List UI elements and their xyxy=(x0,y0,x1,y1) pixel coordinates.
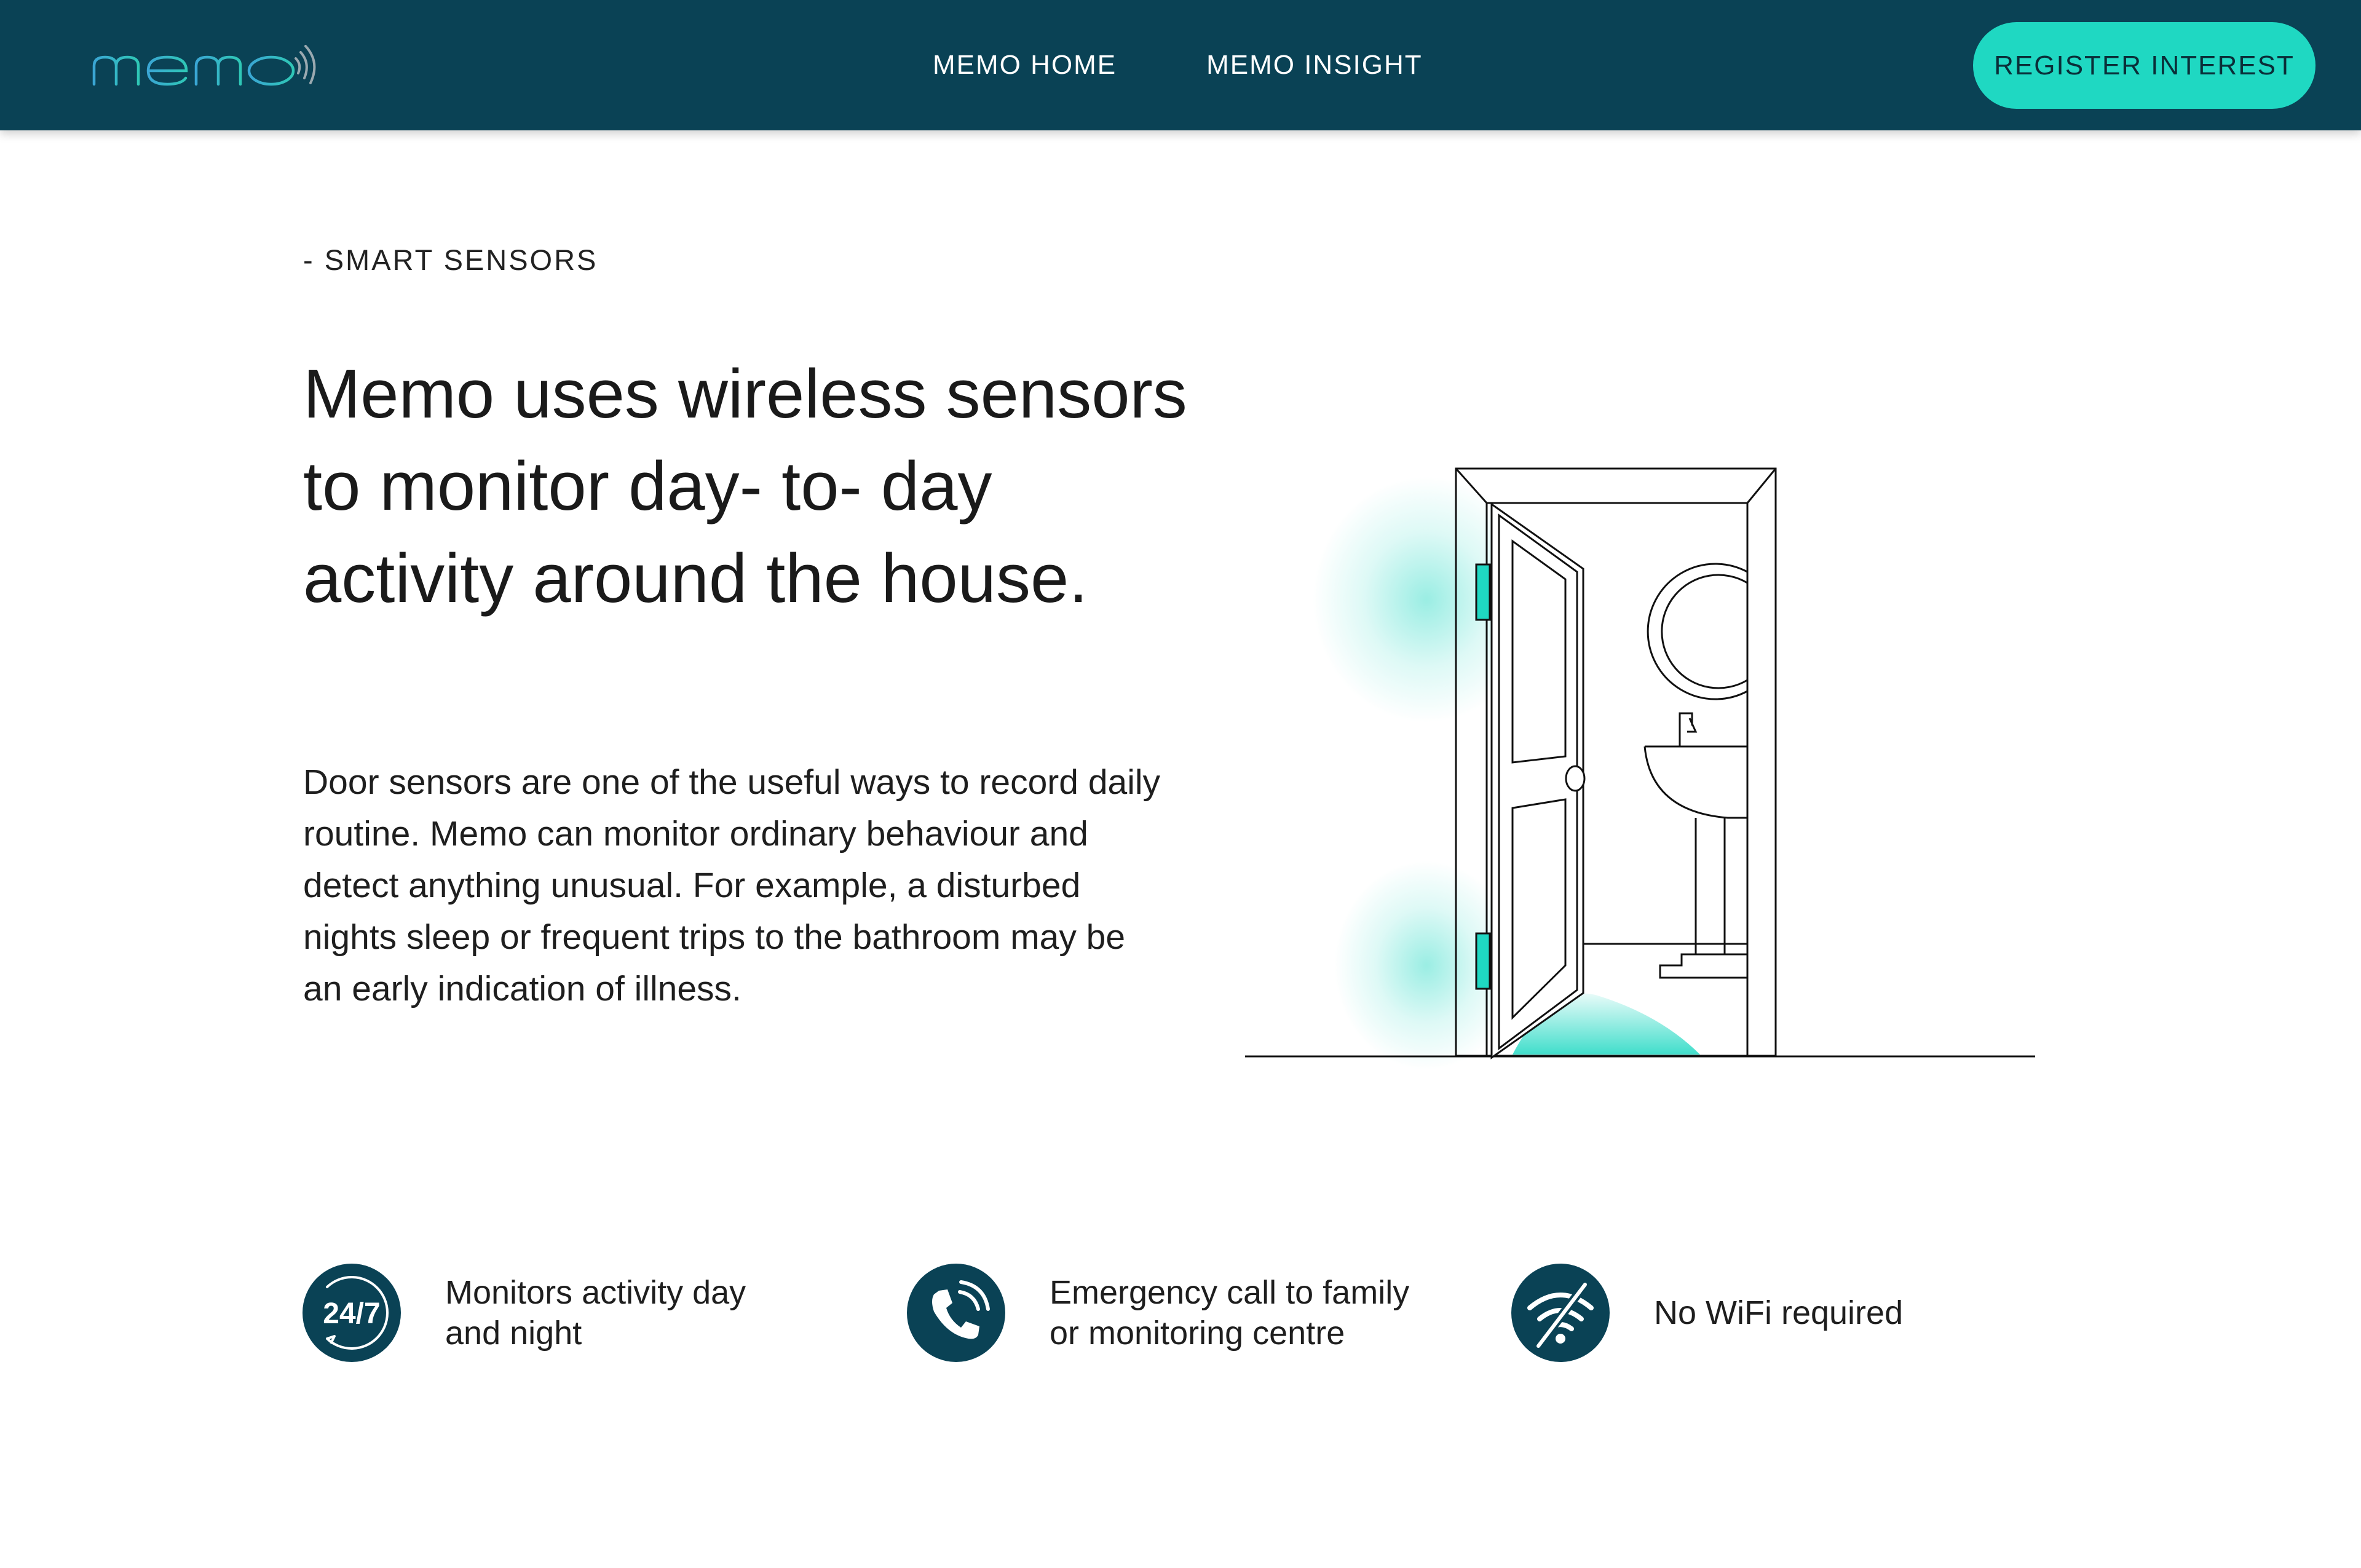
section-body-text: Door sensors are one of the useful ways … xyxy=(303,762,1161,1008)
memo-logo[interactable] xyxy=(89,34,329,95)
svg-text:24/7: 24/7 xyxy=(323,1297,380,1330)
feature-label: Emergency call to family or monitoring c… xyxy=(1050,1274,1410,1352)
page: MEMO HOME MEMO INSIGHT REGISTER INTEREST… xyxy=(0,0,2361,1568)
door-sensor-bottom xyxy=(1475,932,1491,990)
top-navigation-bar: MEMO HOME MEMO INSIGHT REGISTER INTEREST xyxy=(0,0,2361,130)
nav-memo-home[interactable]: MEMO HOME xyxy=(933,50,1117,81)
no-wifi-icon xyxy=(1511,1264,1610,1362)
main-nav: MEMO HOME MEMO INSIGHT xyxy=(933,0,1423,130)
nav-memo-insight[interactable]: MEMO INSIGHT xyxy=(1206,50,1423,81)
feature-emergency-call: Emergency call to family or monitoring c… xyxy=(907,1264,1418,1362)
section-eyebrow: - SMART SENSORS xyxy=(303,244,598,276)
phone-call-icon xyxy=(907,1264,1005,1362)
section-headline: Memo uses wireless sensors to monitor da… xyxy=(303,355,1187,617)
feature-no-wifi: No WiFi required xyxy=(1511,1264,2023,1362)
feature-label: Monitors activity day and night xyxy=(445,1274,746,1352)
door-sensor-top xyxy=(1475,563,1491,621)
clock-24-7-icon: 24/7 xyxy=(303,1264,401,1362)
register-interest-button[interactable]: REGISTER INTEREST xyxy=(1973,22,2316,109)
feature-label: No WiFi required xyxy=(1654,1294,1904,1331)
feature-24-7: 24/7 Monitors activity day and night xyxy=(303,1264,789,1362)
door-sensor-illustration xyxy=(1245,467,2035,1070)
